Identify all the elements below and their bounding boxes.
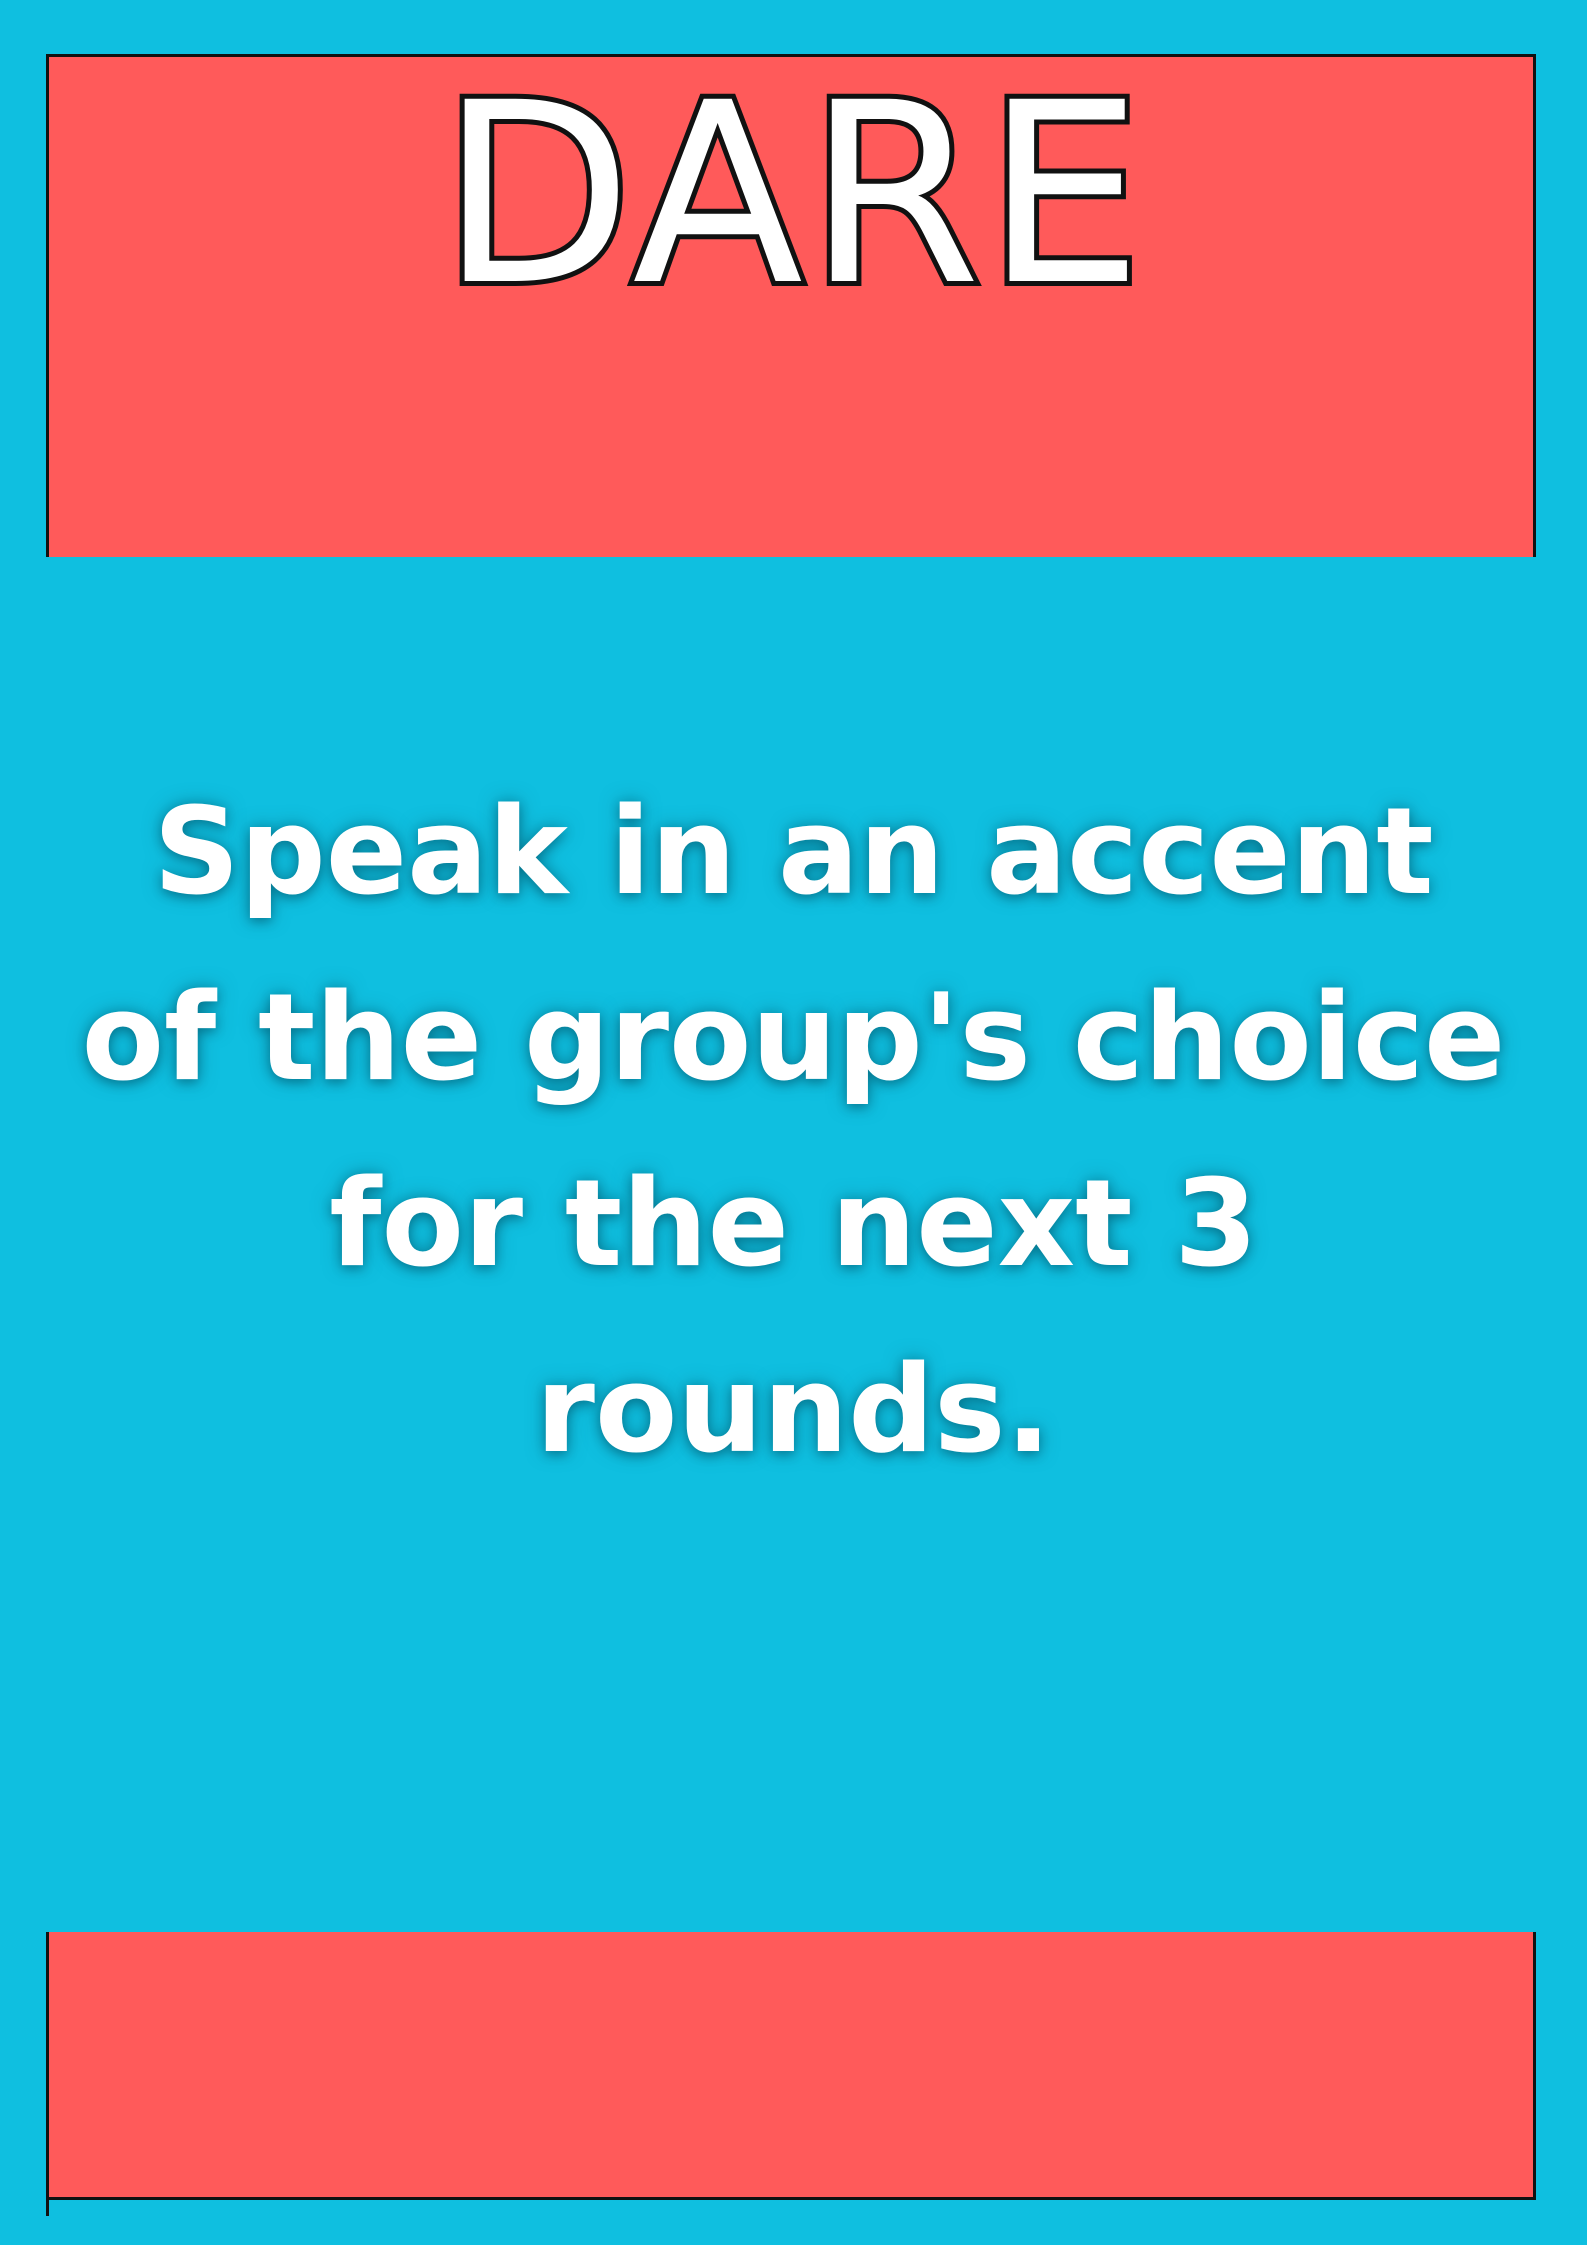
prompt-line: Speak in an accent	[153, 783, 1434, 922]
prompt-line: for the next 3	[329, 1155, 1258, 1294]
prompt-line: of the group's choice	[81, 969, 1506, 1108]
dare-card: DARE Speak in an accent of the group's c…	[0, 0, 1587, 2245]
border-tick	[46, 2200, 49, 2216]
dare-prompt: Speak in an accent of the group's choice…	[40, 760, 1547, 1504]
footer-band	[46, 1932, 1536, 2200]
card-title: DARE	[435, 49, 1148, 340]
prompt-line: rounds.	[535, 1341, 1052, 1480]
